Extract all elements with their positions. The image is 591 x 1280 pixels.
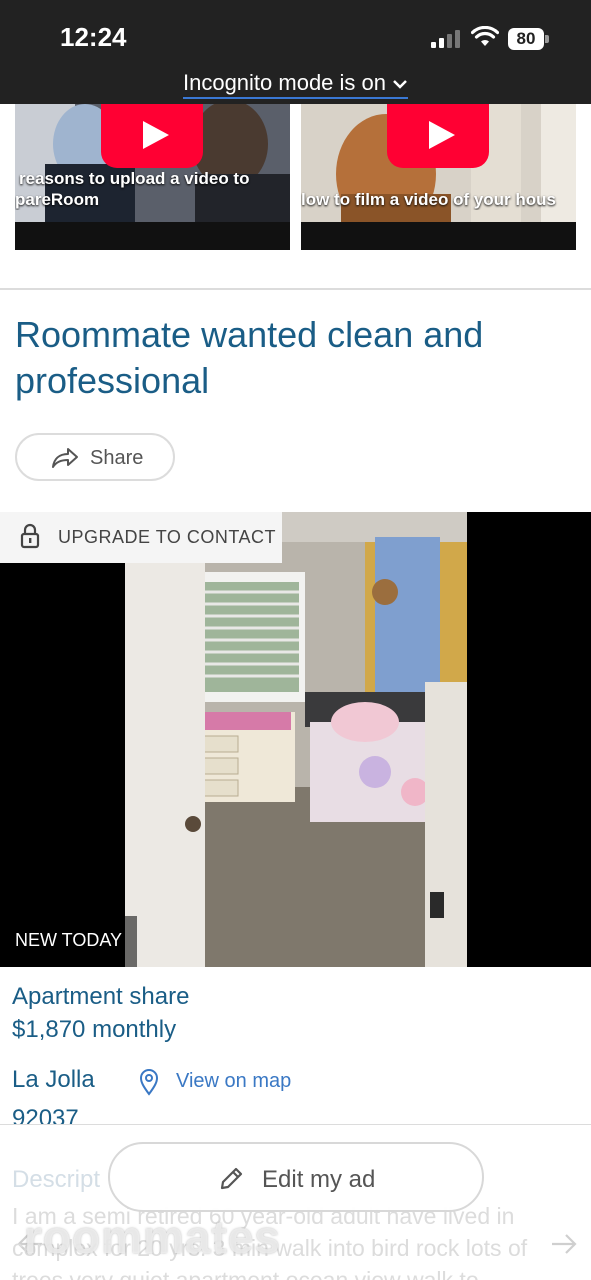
video-thumbnail-2[interactable]: low to film a video of your hous bbox=[301, 104, 576, 250]
incognito-banner[interactable]: Incognito mode is on bbox=[0, 70, 591, 99]
video-caption-2: low to film a video of your hous bbox=[301, 190, 557, 209]
listing-title: Roommate wanted clean and professional bbox=[15, 314, 484, 401]
wifi-icon bbox=[471, 26, 499, 46]
section-divider bbox=[0, 288, 591, 290]
pencil-icon bbox=[220, 1167, 243, 1190]
view-on-map-link[interactable]: View on map bbox=[176, 1070, 291, 1093]
lock-icon bbox=[20, 523, 40, 549]
share-icon bbox=[52, 448, 78, 468]
battery-tip bbox=[545, 35, 549, 43]
upgrade-label: UPGRADE TO CONTACT bbox=[58, 527, 277, 547]
roommates-watermark-logo: roommates bbox=[24, 1211, 281, 1263]
map-pin-icon[interactable] bbox=[138, 1068, 160, 1096]
video-caption-1: reasons to upload a video to pareRoom bbox=[15, 169, 250, 209]
youtube-play-icon[interactable] bbox=[101, 104, 203, 168]
share-label: Share bbox=[90, 447, 144, 469]
description-heading: Descript bbox=[12, 1166, 101, 1193]
cellular-signal-icon bbox=[431, 30, 463, 48]
new-today-badge: NEW TODAY bbox=[0, 916, 137, 967]
property-type: Apartment share bbox=[12, 983, 190, 1010]
photo-carousel[interactable] bbox=[0, 512, 591, 1254]
battery-icon: 80 bbox=[508, 28, 544, 50]
listing-area: La Jolla bbox=[12, 1066, 95, 1093]
video-thumbnail-1[interactable]: reasons to upload a video to pareRoom bbox=[15, 104, 290, 250]
status-time: 12:24 bbox=[60, 22, 127, 52]
upgrade-to-contact-button[interactable]: UPGRADE TO CONTACT bbox=[0, 512, 282, 563]
chevron-down-icon bbox=[393, 80, 407, 89]
listing-price: $1,870 monthly bbox=[12, 1016, 177, 1043]
youtube-play-icon[interactable] bbox=[387, 104, 489, 168]
incognito-label: Incognito mode is on bbox=[182, 70, 387, 95]
room-photo bbox=[125, 512, 467, 967]
listing-zip: 92037 bbox=[12, 1105, 79, 1125]
bottom-divider bbox=[0, 1124, 591, 1125]
share-button[interactable]: Share bbox=[15, 433, 175, 481]
status-bar: 12:24 80 Incognito mode is on bbox=[0, 0, 591, 104]
edit-my-ad-button[interactable]: Edit my ad bbox=[108, 1142, 484, 1212]
edit-my-ad-label: Edit my ad bbox=[262, 1166, 376, 1193]
